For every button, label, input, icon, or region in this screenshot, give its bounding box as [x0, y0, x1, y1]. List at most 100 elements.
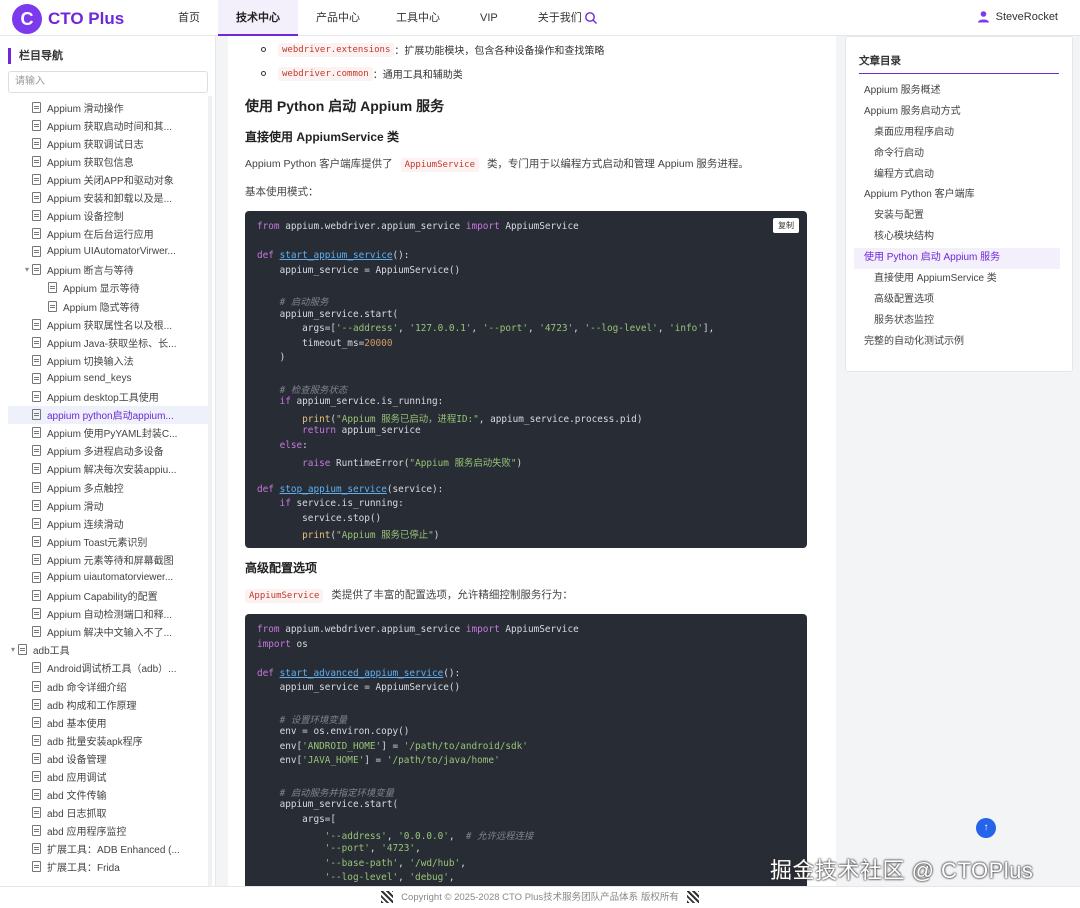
sidebar-item[interactable]: adb 命令详细介绍 [8, 677, 208, 695]
sidebar-item-label: Appium desktop工具使用 [47, 393, 159, 405]
sidebar-item[interactable]: Appium 连续滑动 [8, 514, 208, 532]
sidebar-item[interactable]: appium python启动appium... [8, 405, 208, 424]
sidebar-title: 栏目导航 [8, 48, 63, 64]
nav-tool-center[interactable]: 工具中心 [378, 0, 458, 36]
sidebar-item[interactable]: Appium 自动检测端口和释... [8, 605, 208, 623]
document-icon [32, 590, 41, 602]
sidebar-item[interactable]: Appium send_keys [8, 369, 208, 387]
sidebar-item[interactable]: abd 文件传输 [8, 786, 208, 804]
qr-icon [380, 891, 393, 904]
toc-item[interactable]: Appium 服务概述 [854, 81, 1060, 102]
document-icon [32, 427, 41, 439]
sidebar-item[interactable]: Appium 滑动操作 [8, 98, 208, 116]
toc-item[interactable]: 核心模块结构 [854, 227, 1060, 248]
sidebar-item[interactable]: Appium Capability的配置 [8, 587, 208, 605]
sidebar-item[interactable]: Appium 隐式等待 [8, 297, 208, 315]
sidebar-item[interactable]: abd 应用程序监控 [8, 822, 208, 840]
sidebar-item[interactable]: Appium uiautomatorviewer... [8, 568, 208, 586]
toc-item[interactable]: 服务状态监控 [854, 311, 1060, 332]
toc-item[interactable]: 编程方式启动 [854, 165, 1060, 186]
toc-item[interactable]: Appium Python 客户端库 [854, 185, 1060, 206]
toc-item[interactable]: 直接使用 AppiumService 类 [854, 269, 1060, 290]
sidebar-item[interactable]: Appium 获取启动时间和其... [8, 116, 208, 134]
document-icon [32, 173, 41, 185]
sidebar-item-label: Appium 获取包信息 [47, 157, 134, 169]
document-icon [32, 789, 41, 801]
sidebar-item[interactable]: adb 构成和工作原理 [8, 695, 208, 713]
sidebar-item[interactable]: Appium UIAutomatorVirwer... [8, 243, 208, 261]
nav-home[interactable]: 首页 [160, 0, 218, 36]
sidebar-item[interactable]: adb 批量安装apk程序 [8, 731, 208, 749]
document-icon [32, 318, 41, 330]
sidebar-item[interactable]: Appium desktop工具使用 [8, 388, 208, 406]
sidebar-item[interactable]: Android调试桥工具（adb）... [8, 659, 208, 677]
sidebar-search-input[interactable]: 请输入 [8, 71, 208, 93]
qr-icon [687, 891, 700, 904]
sidebar-item[interactable]: 扩展工具：Frida [8, 858, 208, 876]
document-icon [32, 517, 41, 529]
sidebar-item-label: Appium 获取启动时间和其... [47, 121, 173, 133]
sidebar-item-label: adb工具 [33, 646, 70, 658]
chevron-down-icon[interactable]: ▾ [22, 265, 32, 274]
sidebar-item[interactable]: Appium 滑动 [8, 496, 208, 514]
sidebar-item[interactable]: Appium 显示等待 [8, 279, 208, 297]
list-item-text: ：通用工具和辅助类 [372, 70, 463, 81]
sidebar-item-label: Appium 关闭APP和驱动对象 [47, 175, 174, 187]
document-icon [32, 409, 41, 421]
sidebar-item[interactable]: Appium Java-获取坐标、长... [8, 333, 208, 351]
sidebar-item-label: Appium 滑动操作 [47, 103, 124, 115]
sidebar-item[interactable]: Appium 切换输入法 [8, 351, 208, 369]
nav-tech-center[interactable]: 技术中心 [218, 0, 298, 36]
toc-item[interactable]: Appium 服务启动方式 [854, 102, 1060, 123]
sidebar-item-label: Android调试桥工具（adb）... [47, 664, 177, 676]
sidebar-item[interactable]: Appium 设备控制 [8, 207, 208, 225]
sidebar-item-label: Appium 隐式等待 [63, 302, 140, 314]
sidebar-item[interactable]: abd 日志抓取 [8, 804, 208, 822]
document-icon [32, 228, 41, 240]
toc-item[interactable]: 高级配置选项 [854, 290, 1060, 311]
copy-button[interactable]: 复制 [773, 218, 799, 233]
sidebar-item[interactable]: Appium 关闭APP和驱动对象 [8, 170, 208, 188]
sidebar-item[interactable]: Appium 获取包信息 [8, 152, 208, 170]
toc-item[interactable]: 命令行启动 [854, 144, 1060, 165]
back-to-top-button[interactable]: ↑ [976, 818, 996, 838]
document-icon [32, 264, 41, 276]
sidebar-scrollbar[interactable] [208, 96, 212, 886]
toc-item[interactable]: 桌面应用程序启动 [854, 123, 1060, 144]
sidebar-item[interactable]: Appium 元素等待和屏幕截图 [8, 550, 208, 568]
toc-item[interactable]: 完整的自动化测试示例 [854, 332, 1060, 353]
subsection-heading: 高级配置选项 [245, 561, 318, 575]
toc-item[interactable]: 使用 Python 启动 Appium 服务 [854, 248, 1060, 270]
site-logo[interactable]: C CTO Plus [12, 4, 124, 34]
nav-product-center[interactable]: 产品中心 [298, 0, 378, 36]
sidebar-item[interactable]: Appium 多进程启动多设备 [8, 442, 208, 460]
sidebar-item[interactable]: Appium 在后台运行应用 [8, 225, 208, 243]
sidebar-item[interactable]: Appium 解决中文输入不了... [8, 623, 208, 641]
nav-vip[interactable]: VIP [458, 0, 520, 36]
sidebar-item-label: Appium 元素等待和屏幕截图 [47, 555, 174, 567]
document-icon [32, 626, 41, 638]
sidebar-item[interactable]: Appium 安装和卸载以及是... [8, 188, 208, 206]
sidebar-item[interactable]: Appium 获取调试日志 [8, 134, 208, 152]
sidebar-item[interactable]: Appium 使用PyYAML封装C... [8, 424, 208, 442]
chevron-down-icon[interactable]: ▾ [8, 645, 18, 654]
toc-item[interactable]: 安装与配置 [854, 206, 1060, 227]
search-icon[interactable] [584, 11, 598, 25]
sidebar-item[interactable]: Appium 获取属性名以及根... [8, 315, 208, 333]
sidebar-item[interactable]: 扩展工具：ADB Enhanced (... [8, 840, 208, 858]
paragraph: AppiumService 类提供了丰富的配置选项，允许精细控制服务行为： [245, 587, 573, 603]
sidebar-item[interactable]: abd 基本使用 [8, 713, 208, 731]
sidebar-item-label: Appium 断言与等待 [47, 266, 134, 278]
sidebar-item[interactable]: Appium Toast元素识别 [8, 532, 208, 550]
user-icon [977, 11, 989, 23]
sidebar-item[interactable]: abd 设备管理 [8, 749, 208, 767]
sidebar-item[interactable]: ▾ Appium 断言与等待 [8, 261, 208, 279]
sidebar-item[interactable]: abd 应用调试 [8, 767, 208, 785]
sidebar-item[interactable]: ▾ adb工具 [8, 641, 208, 659]
user-menu[interactable]: SteveRocket [977, 10, 1058, 23]
sidebar-item[interactable]: Appium 多点触控 [8, 478, 208, 496]
sidebar-item-label: Appium Java-获取坐标、长... [47, 338, 177, 350]
sidebar-item[interactable]: Appium 解决每次安装appiu... [8, 460, 208, 478]
sidebar-item-label: adb 构成和工作原理 [47, 700, 137, 712]
document-icon [32, 192, 41, 204]
